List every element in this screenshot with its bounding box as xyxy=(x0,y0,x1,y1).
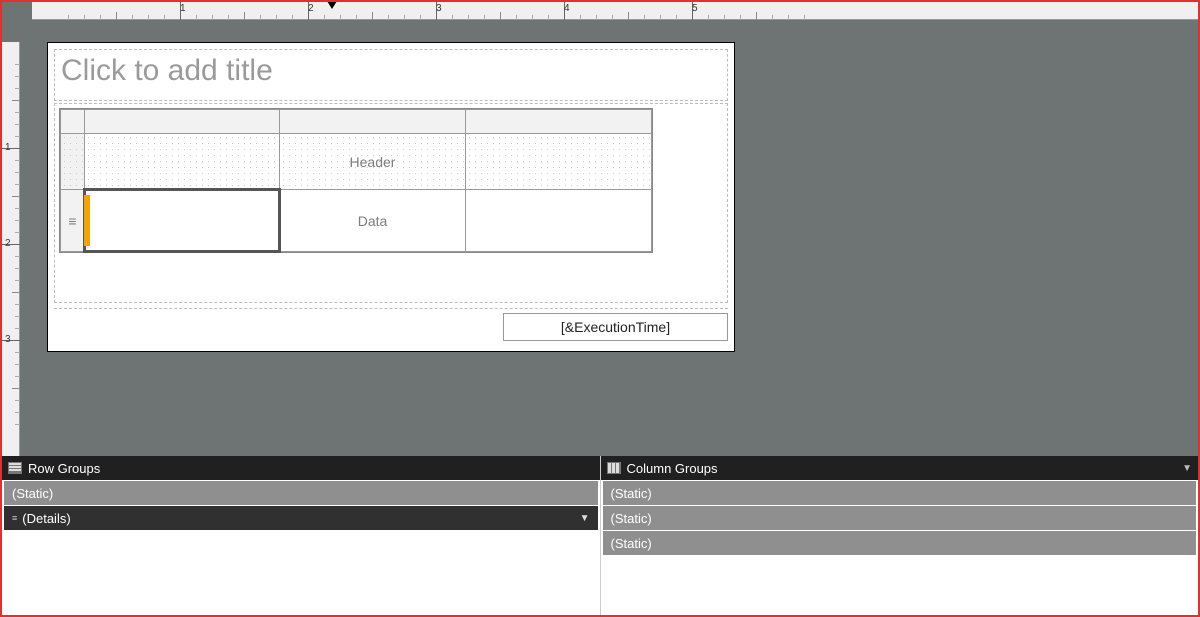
row-groups-icon xyxy=(8,462,22,474)
tablix-column-header[interactable] xyxy=(280,110,466,134)
column-groups-panel: Column Groups ▼ (Static) (Static) (Static) xyxy=(601,456,1199,615)
report-title-placeholder[interactable]: Click to add title xyxy=(54,49,728,101)
row-groups-header: Row Groups xyxy=(2,456,600,480)
row-groups-list: (Static) ≡ (Details) ▼ xyxy=(2,480,600,531)
group-item-label: (Static) xyxy=(611,486,652,501)
tablix-header-cell[interactable] xyxy=(85,134,280,190)
ruler-cursor-indicator xyxy=(327,2,337,9)
group-item-menu-button[interactable]: ▼ xyxy=(580,513,590,524)
tablix-row-handle[interactable] xyxy=(61,134,85,190)
column-group-item[interactable]: (Static) xyxy=(603,531,1197,555)
horizontal-ruler: 12345 xyxy=(32,2,1198,20)
row-group-item[interactable]: (Static) xyxy=(4,481,598,505)
report-footer[interactable]: [&ExecutionTime] xyxy=(54,308,728,344)
column-groups-list: (Static) (Static) (Static) xyxy=(601,480,1199,556)
column-group-item[interactable]: (Static) xyxy=(603,506,1197,530)
column-groups-icon xyxy=(607,462,621,474)
tablix-corner[interactable] xyxy=(61,110,85,134)
tablix-header-cell[interactable] xyxy=(466,134,652,190)
tablix-data-cell[interactable]: Data xyxy=(280,190,466,252)
column-groups-title: Column Groups xyxy=(627,461,718,476)
tablix-column-header[interactable] xyxy=(85,110,280,134)
execution-time-textbox[interactable]: [&ExecutionTime] xyxy=(503,313,728,341)
selection-outline xyxy=(83,188,281,253)
group-item-label: (Static) xyxy=(611,511,652,526)
row-groups-panel: Row Groups (Static) ≡ (Details) ▼ xyxy=(2,456,601,615)
grouping-pane: Row Groups (Static) ≡ (Details) ▼ Column Gr… xyxy=(2,456,1198,615)
report-body[interactable]: Header ≡ Data xyxy=(54,103,728,303)
column-groups-header: Column Groups ▼ xyxy=(601,456,1199,480)
tablix-data-cell[interactable] xyxy=(466,190,652,252)
tablix-header-cell[interactable]: Header xyxy=(280,134,466,190)
group-item-label: (Static) xyxy=(12,486,53,501)
row-groups-title: Row Groups xyxy=(28,461,100,476)
report-design-surface[interactable]: 12345 123 Click to add title xyxy=(2,2,1198,456)
group-item-label: (Static) xyxy=(611,536,652,551)
row-group-item[interactable]: ≡ (Details) ▼ xyxy=(4,506,598,530)
group-item-label: (Details) xyxy=(22,511,70,526)
grouping-pane-menu-button[interactable]: ▼ xyxy=(1182,463,1192,474)
tablix[interactable]: Header ≡ Data xyxy=(59,108,653,253)
tablix-row-handle-details[interactable]: ≡ xyxy=(61,190,85,252)
tablix-data-cell-selected[interactable] xyxy=(85,190,280,252)
column-group-item[interactable]: (Static) xyxy=(603,481,1197,505)
vertical-ruler: 123 xyxy=(2,42,20,456)
report-page[interactable]: Click to add title Header xyxy=(47,42,735,352)
tablix-column-header[interactable] xyxy=(466,110,652,134)
details-group-icon: ≡ xyxy=(12,513,16,523)
